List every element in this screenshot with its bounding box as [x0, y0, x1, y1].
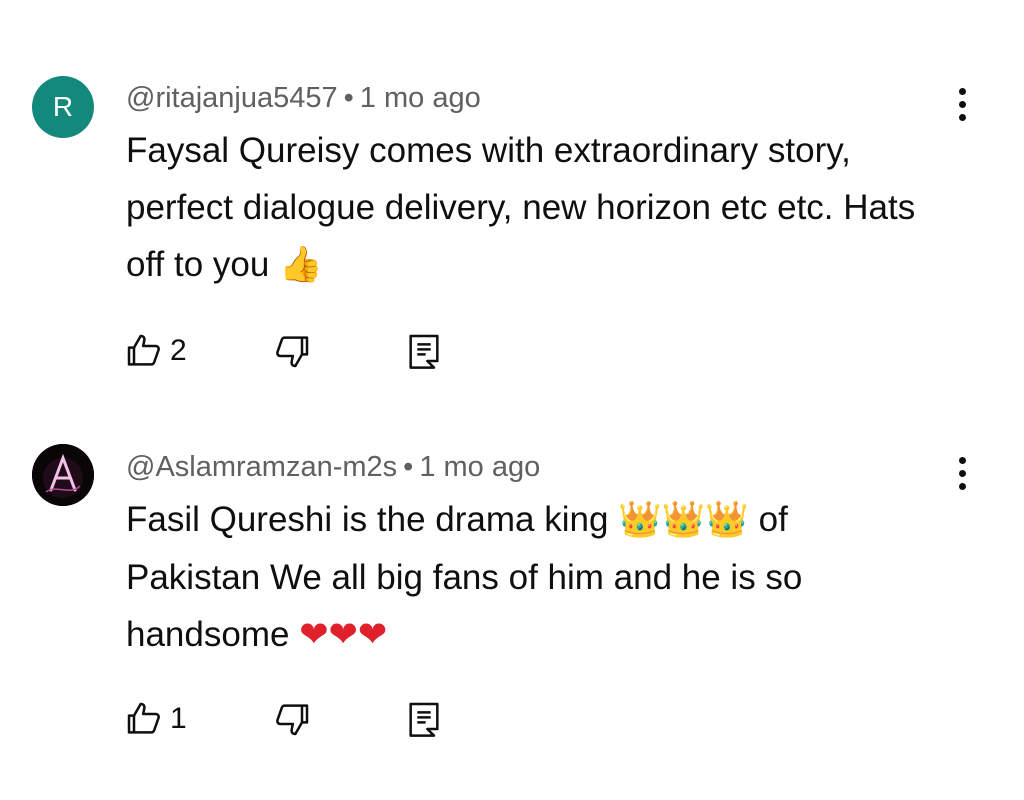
avatar-letter: R — [52, 91, 74, 122]
crown-emoji: 👑👑👑 — [618, 500, 749, 540]
comment-author[interactable]: @ritajanjua5457 — [126, 82, 338, 114]
comment-author[interactable]: @Aslamramzan-m2s — [126, 451, 397, 483]
comment-text-content: Faysal Qureisy comes with extraordinary … — [126, 131, 916, 284]
reply-comment-icon — [404, 331, 444, 371]
comment-text-part1: Fasil Qureshi is the drama king — [126, 500, 609, 539]
thumbs-up-outline-icon — [124, 331, 164, 371]
reply-button[interactable] — [404, 697, 444, 741]
heart-emoji: ❤❤❤ — [299, 615, 388, 655]
more-vertical-icon[interactable] — [944, 82, 980, 126]
dislike-button[interactable] — [272, 697, 312, 741]
comment-time[interactable]: 1 mo ago — [360, 82, 481, 114]
comment-actions: 1 — [124, 697, 454, 741]
avatar-image — [32, 444, 94, 506]
more-vertical-icon[interactable] — [944, 451, 980, 495]
comment-meta: @Aslamramzan-m2s • 1 mo ago — [126, 449, 540, 485]
meta-separator: • — [343, 82, 354, 114]
dislike-button[interactable] — [272, 329, 312, 373]
comment-text: Faysal Qureisy comes with extraordinary … — [126, 122, 926, 294]
comment-meta: @ritajanjua5457 • 1 mo ago — [126, 80, 481, 116]
thumbs-up-emoji: 👍 — [279, 245, 323, 285]
comment-actions: 2 — [124, 329, 454, 373]
thumbs-up-outline-icon — [124, 699, 164, 739]
meta-separator: • — [403, 451, 414, 483]
like-button[interactable]: 1 — [124, 697, 187, 741]
reply-comment-icon — [404, 699, 444, 739]
comment-time[interactable]: 1 mo ago — [419, 451, 540, 483]
thumbs-down-outline-icon — [272, 699, 312, 739]
comment-text: Fasil Qureshi is the drama king 👑👑👑 of P… — [126, 491, 886, 664]
like-button[interactable]: 2 — [124, 329, 187, 373]
thumbs-down-outline-icon — [272, 331, 312, 371]
reply-button[interactable] — [404, 329, 444, 373]
avatar[interactable]: R — [32, 76, 94, 138]
avatar[interactable] — [32, 444, 94, 506]
like-count: 1 — [170, 702, 187, 735]
like-count: 2 — [170, 334, 187, 367]
